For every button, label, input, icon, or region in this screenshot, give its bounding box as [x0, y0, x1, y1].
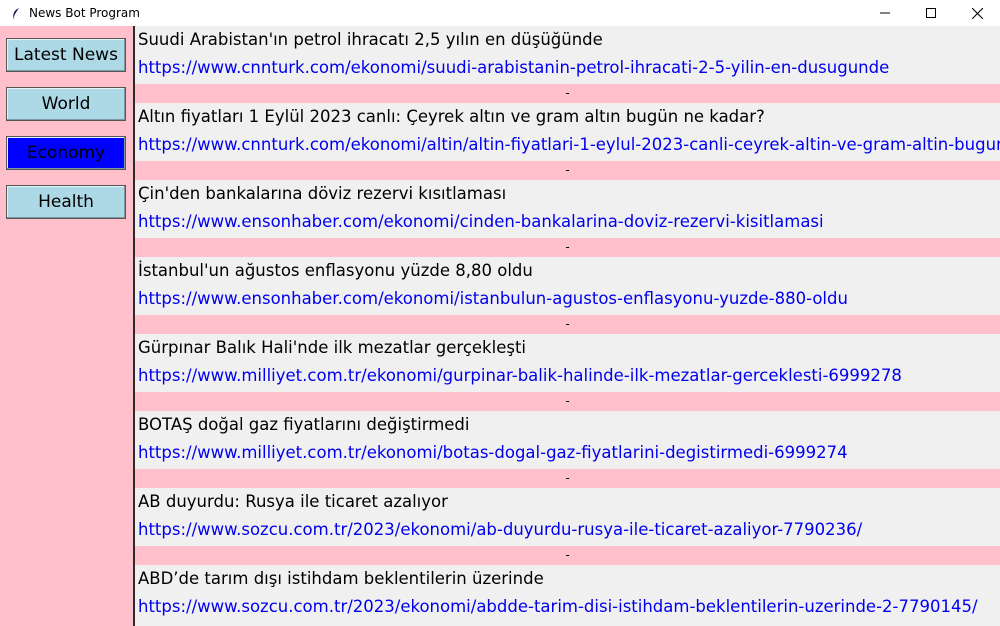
news-item: İstanbul'un ağustos enflasyonu yüzde 8,8…	[135, 257, 1000, 334]
separator: -	[135, 392, 1000, 411]
news-link[interactable]: https://www.ensonhaber.com/ekonomi/cinde…	[138, 212, 824, 231]
news-link[interactable]: https://www.sozcu.com.tr/2023/ekonomi/ab…	[138, 520, 862, 539]
separator: -	[135, 161, 1000, 180]
news-link[interactable]: https://www.cnnturk.com/ekonomi/suudi-ar…	[138, 58, 889, 77]
close-button[interactable]	[954, 0, 1000, 26]
sidebar: Latest News World Economy Health	[0, 26, 135, 626]
economy-button[interactable]: Economy	[6, 136, 126, 170]
minimize-button[interactable]	[862, 0, 908, 26]
news-link[interactable]: https://www.cnnturk.com/ekonomi/altin/al…	[138, 135, 1000, 154]
window-title: News Bot Program	[29, 6, 140, 20]
news-list: Suudi Arabistan'ın petrol ihracatı 2,5 y…	[135, 26, 1000, 626]
news-title: Çin'den bankalarına döviz rezervi kısıtl…	[138, 184, 507, 203]
news-item: Çin'den bankalarına döviz rezervi kısıtl…	[135, 180, 1000, 257]
news-link[interactable]: https://www.milliyet.com.tr/ekonomi/gurp…	[138, 366, 902, 385]
separator: -	[135, 469, 1000, 488]
news-title: ABD’de tarım dışı istihdam beklentilerin…	[138, 569, 544, 588]
news-item: Gürpınar Balık Hali'nde ilk mezatlar ger…	[135, 334, 1000, 411]
title-bar: News Bot Program	[0, 0, 1000, 26]
news-item: ABD’de tarım dışı istihdam beklentilerin…	[135, 565, 1000, 626]
news-title: İstanbul'un ağustos enflasyonu yüzde 8,8…	[138, 261, 533, 280]
news-title: Altın fiyatları 1 Eylül 2023 canlı: Çeyr…	[138, 107, 765, 126]
news-item: BOTAŞ doğal gaz fiyatlarını değiştirmedi…	[135, 411, 1000, 488]
close-icon	[971, 7, 983, 19]
news-link[interactable]: https://www.milliyet.com.tr/ekonomi/bota…	[138, 443, 848, 462]
news-item: Suudi Arabistan'ın petrol ihracatı 2,5 y…	[135, 26, 1000, 103]
news-link[interactable]: https://www.sozcu.com.tr/2023/ekonomi/ab…	[138, 597, 978, 616]
news-item: AB duyurdu: Rusya ile ticaret azalıyor h…	[135, 488, 1000, 565]
maximize-button[interactable]	[908, 0, 954, 26]
health-button[interactable]: Health	[6, 185, 126, 219]
news-item: Altın fiyatları 1 Eylül 2023 canlı: Çeyr…	[135, 103, 1000, 180]
separator: -	[135, 238, 1000, 257]
news-link[interactable]: https://www.ensonhaber.com/ekonomi/istan…	[138, 289, 848, 308]
world-button[interactable]: World	[6, 87, 126, 121]
separator: -	[135, 315, 1000, 334]
feather-icon	[10, 7, 22, 19]
maximize-icon	[926, 8, 936, 18]
news-title: Gürpınar Balık Hali'nde ilk mezatlar ger…	[138, 338, 526, 357]
window-controls	[862, 0, 1000, 26]
separator: -	[135, 546, 1000, 565]
news-title: Suudi Arabistan'ın petrol ihracatı 2,5 y…	[138, 30, 603, 49]
minimize-icon	[880, 12, 890, 14]
latest-news-button[interactable]: Latest News	[6, 38, 126, 72]
separator: -	[135, 84, 1000, 103]
news-title: AB duyurdu: Rusya ile ticaret azalıyor	[138, 492, 448, 511]
news-title: BOTAŞ doğal gaz fiyatlarını değiştirmedi	[138, 415, 470, 434]
